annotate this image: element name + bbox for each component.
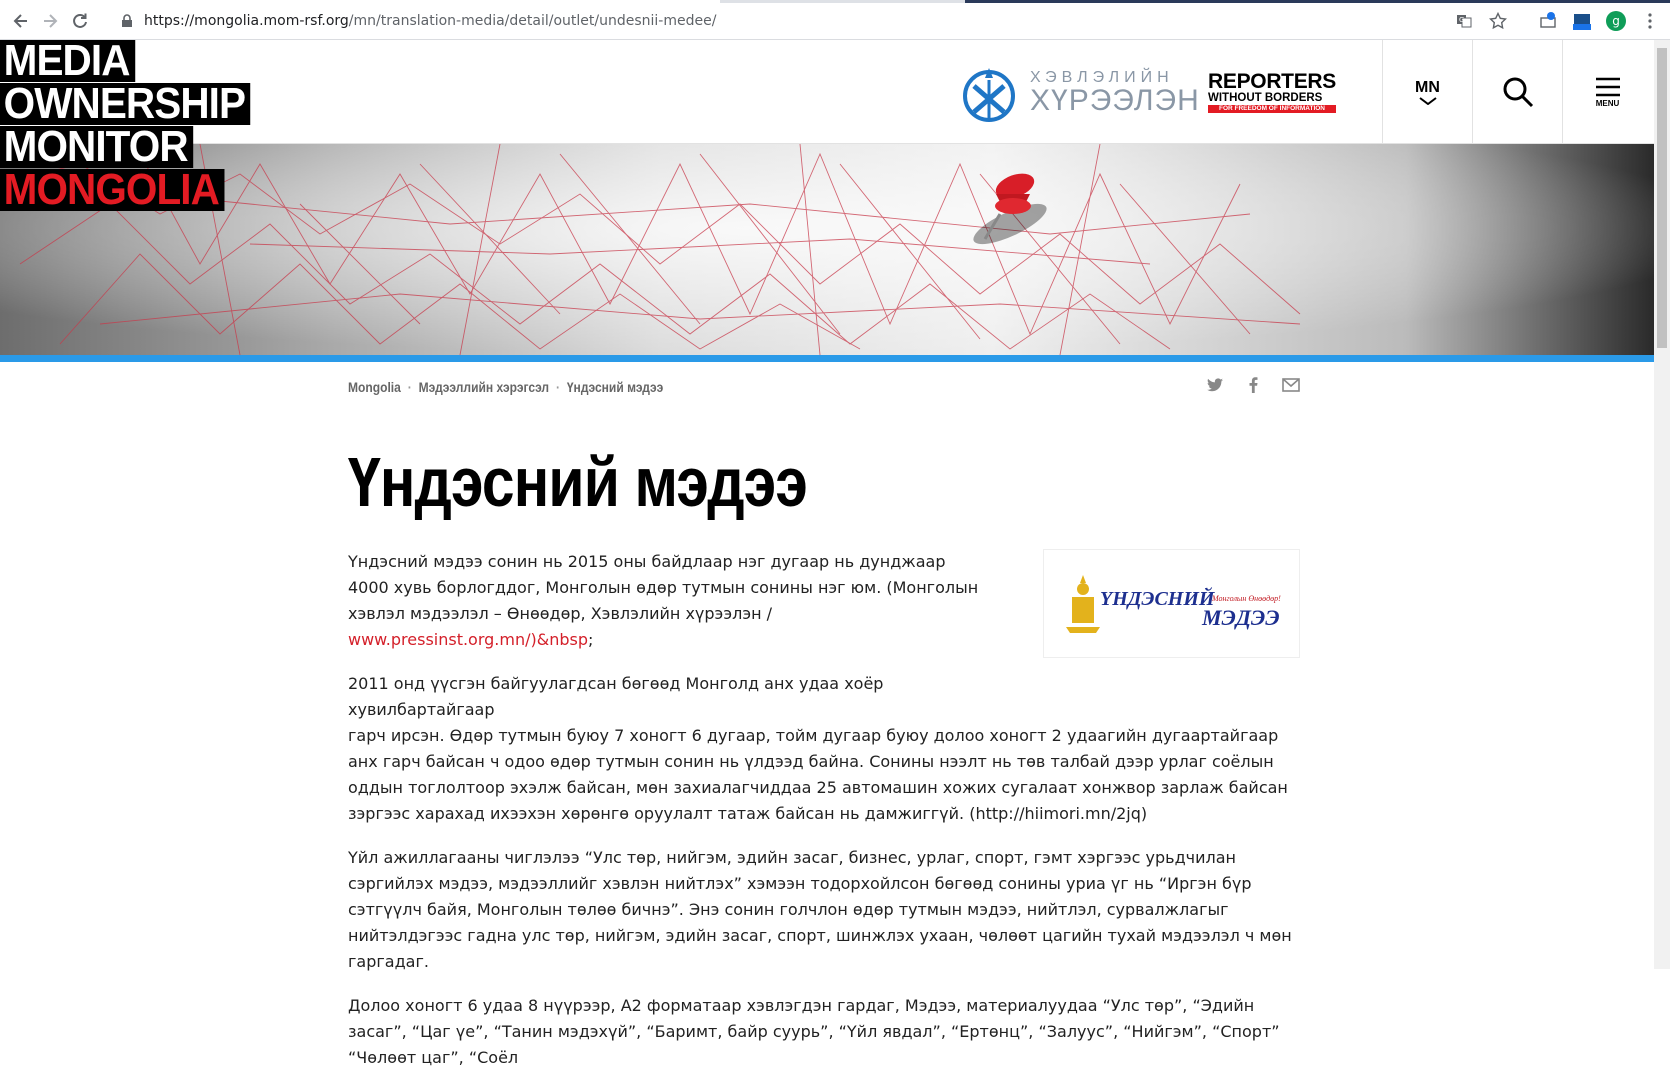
- menu-button[interactable]: MENU: [1562, 40, 1652, 144]
- forward-button[interactable]: [38, 9, 62, 33]
- press-big-text: ХҮРЭЭЛЭН: [1030, 84, 1200, 117]
- breadcrumb-separator: ·: [407, 379, 412, 395]
- rsf-bar-text: FOR FREEDOM OF INFORMATION: [1208, 105, 1336, 113]
- facebook-icon[interactable]: [1244, 376, 1262, 394]
- url-text: https://mongolia.mom-rsf.org/mn/translat…: [144, 13, 716, 29]
- logo-line-monitor: MONITOR: [0, 125, 194, 169]
- extension-badge-icon[interactable]: [1572, 11, 1592, 31]
- address-bar[interactable]: https://mongolia.mom-rsf.org/mn/translat…: [112, 6, 1492, 36]
- page-title: Үндэсний мэдээ: [348, 443, 808, 521]
- lock-icon: [122, 14, 132, 27]
- extension-icon[interactable]: [1538, 11, 1558, 31]
- article-paragraph-4: Долоо хоногт 6 удаа 8 нүүрээр, А2 формат…: [348, 996, 1280, 1067]
- star-icon[interactable]: [1488, 11, 1508, 31]
- forward-arrow-icon: [44, 14, 58, 28]
- press-institute-logo[interactable]: ХЭВЛЭЛИЙН ХҮРЭЭЛЭН: [958, 64, 1200, 122]
- url-host: https://mongolia.mom-rsf.org: [144, 13, 349, 29]
- twitter-icon[interactable]: [1206, 376, 1224, 394]
- article-paragraph-3: Үйл ажиллагааны чиглэлээ “Улс төр, нийгэ…: [348, 848, 1292, 971]
- url-path: /mn/translation-media/detail/outlet/unde…: [348, 13, 717, 29]
- reload-icon: [73, 13, 87, 28]
- logo-line-ownership: OWNERSHIP: [0, 82, 251, 126]
- breadcrumb: Mongolia · Мэдээллийн хэрэгсэл · Үндэсни…: [348, 379, 663, 395]
- page-scrollbar[interactable]: [1654, 40, 1670, 969]
- active-tab[interactable]: [0, 0, 720, 3]
- back-arrow-icon: [13, 14, 27, 28]
- logo-line-mongolia: MONGOLIA: [0, 168, 225, 212]
- tab-strip: [0, 0, 1670, 3]
- search-icon: [1503, 77, 1533, 108]
- rsf-mid-text: WITHOUT BORDERS: [1208, 92, 1323, 104]
- article-paragraph-2: 2011 онд үүсгэн байгуулагдсан бөгөөд Мон…: [348, 671, 1300, 827]
- breadcrumb-item-mongolia[interactable]: Mongolia: [348, 379, 401, 395]
- search-button[interactable]: [1472, 40, 1562, 144]
- press-institute-emblem-icon: [963, 68, 1015, 122]
- p2-first-line: 2011 онд үүсгэн байгуулагдсан бөгөөд Мон…: [348, 674, 884, 719]
- toolbar-icons: G g: [1454, 8, 1670, 34]
- breadcrumb-item-current: Үндэсний мэдээ: [566, 379, 664, 395]
- article-body: Үндэсний мэдээ сонин нь 2015 оны байдлаа…: [348, 549, 1300, 1089]
- language-label: MN: [1415, 79, 1440, 96]
- article-paragraph-1: Үндэсний мэдээ сонин нь 2015 оны байдлаа…: [348, 549, 988, 653]
- inactive-tab[interactable]: [965, 0, 1670, 3]
- site-logo[interactable]: MEDIA OWNERSHIP MONITOR MONGOLIA: [0, 39, 272, 212]
- profile-avatar[interactable]: g: [1606, 11, 1626, 31]
- share-buttons: [1206, 376, 1300, 394]
- kebab-menu-icon[interactable]: [1640, 11, 1660, 31]
- p1-end: ;: [588, 630, 594, 649]
- reload-button[interactable]: [68, 9, 92, 33]
- hamburger-icon: [1595, 77, 1620, 96]
- pressinst-link[interactable]: www.pressinst.org.mn/)&nbsp: [348, 630, 588, 649]
- chevron-down-icon: [1418, 97, 1437, 105]
- rsf-logo[interactable]: REPORTERS WITHOUT BORDERS FOR FREEDOM OF…: [1208, 70, 1336, 113]
- site-header: MEDIA OWNERSHIP MONITOR MONGOLIA ХЭВЛЭЛИ…: [0, 39, 1654, 212]
- back-button[interactable]: [9, 9, 33, 33]
- language-switcher[interactable]: MN: [1382, 40, 1472, 144]
- breadcrumb-separator: ·: [555, 379, 560, 395]
- scrollbar-thumb[interactable]: [1657, 48, 1667, 348]
- logo-line-media: MEDIA: [0, 39, 136, 83]
- browser-toolbar: https://mongolia.mom-rsf.org/mn/translat…: [0, 0, 1670, 40]
- hero-accent-stripe: [0, 355, 1654, 362]
- breadcrumb-item-media[interactable]: Мэдээллийн хэрэгсэл: [419, 379, 549, 395]
- rsf-top-text: REPORTERS: [1208, 70, 1336, 93]
- p1-text: Үндэсний мэдээ сонин нь 2015 оны байдлаа…: [348, 552, 979, 623]
- p2-rest: гарч ирсэн. Өдөр тутмын буюу 7 хоногт 6 …: [348, 726, 1288, 823]
- email-icon[interactable]: [1282, 376, 1300, 394]
- translate-icon[interactable]: G: [1454, 11, 1474, 31]
- svg-text:G: G: [1459, 16, 1464, 24]
- menu-label: MENU: [1595, 98, 1620, 108]
